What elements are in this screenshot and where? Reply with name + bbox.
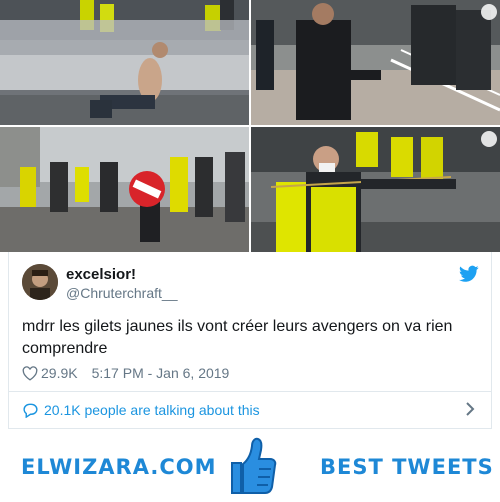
conversation-text[interactable]: 20.1K people are talking about this	[44, 402, 260, 418]
author-avatar[interactable]	[22, 264, 58, 300]
tweet-card: excelsior! @Chruterchraft__ mdrr les gil…	[8, 252, 492, 429]
author-handle[interactable]: @Chruterchraft__	[66, 285, 177, 301]
conversation-link[interactable]: 20.1K people are talking about this	[22, 400, 260, 420]
divider	[9, 391, 491, 392]
photo-boxer-police[interactable]	[251, 0, 500, 125]
chevron-right-icon[interactable]	[465, 402, 475, 416]
brand-left: ELWIZARA.COM	[21, 455, 217, 479]
twitter-bird-icon[interactable]	[459, 265, 479, 283]
photo-crowd-no-entry[interactable]	[0, 127, 249, 252]
tweet-text: mdrr les gilets jaunes ils vont créer le…	[22, 318, 453, 357]
tweet-media-collage	[0, 0, 500, 252]
thumbs-up-icon	[231, 437, 277, 494]
speech-bubble-icon	[23, 403, 38, 418]
brand-right: BEST TWEETS	[320, 455, 494, 479]
tweet-meta: 29.9K 5:17 PM - Jan 6, 2019	[22, 363, 229, 383]
photo-water-cannon[interactable]	[0, 0, 249, 125]
heart-icon[interactable]	[22, 365, 38, 381]
like-count[interactable]: 29.9K	[41, 365, 78, 381]
tweet-timestamp[interactable]: 5:17 PM - Jan 6, 2019	[92, 365, 230, 381]
footer-banner: ELWIZARA.COM BEST TWEETS	[0, 431, 500, 502]
photo-slingshot-yellow-vest[interactable]	[251, 127, 500, 252]
author-name[interactable]: excelsior!	[66, 266, 136, 283]
